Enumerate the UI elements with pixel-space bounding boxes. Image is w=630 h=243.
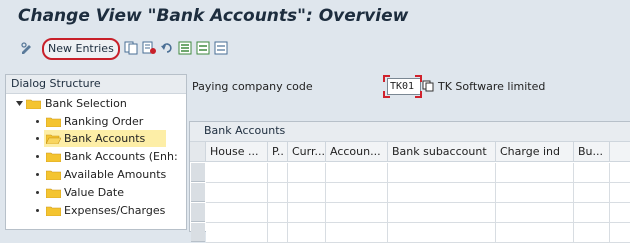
select-all-rows-button[interactable] [190,142,206,162]
tree-item-value-date[interactable]: Value Date [6,184,184,201]
copy-value-icon[interactable] [422,80,434,92]
bullet-icon [36,120,39,123]
table-cell[interactable] [574,203,610,223]
table-cell[interactable] [206,183,268,203]
tree-item-ranking-order[interactable]: Ranking Order [6,113,184,130]
tree-item-available-amounts[interactable]: Available Amounts [6,166,184,183]
folder-icon [46,117,61,127]
table-cell[interactable] [574,223,610,243]
application-toolbar: New Entries [0,34,630,64]
table-cell[interactable] [206,203,268,223]
tree-label: Available Amounts [64,168,167,181]
table-cell[interactable] [288,203,326,223]
tree-label: Bank Accounts [64,132,146,145]
tree-item-bank-accounts[interactable]: Bank Accounts [44,130,166,147]
tree-label: Expenses/Charges [64,204,166,217]
select-all-icon[interactable] [178,41,192,55]
table-cell[interactable] [496,183,574,203]
table-cell[interactable] [268,163,288,183]
column-header-bank-subaccount[interactable]: Bank subaccount [388,142,496,162]
open-folder-icon [46,134,61,144]
focus-corner [415,75,422,82]
table-cell[interactable] [496,163,574,183]
folder-icon [26,99,41,109]
table-cell[interactable] [388,163,496,183]
row-selector[interactable] [191,183,205,202]
table-cell[interactable] [268,183,288,203]
column-header-currency[interactable]: Curr... [288,142,326,162]
bullet-icon [36,137,39,140]
table-cell[interactable] [326,183,388,203]
table-cell[interactable] [388,223,496,243]
table-cell[interactable] [326,223,388,243]
undo-icon[interactable] [160,41,174,55]
bank-accounts-table: Bank Accounts House ... P.. Curr... Acco… [189,121,630,243]
table-cell[interactable] [574,163,610,183]
column-header-account[interactable]: Accoun... [326,142,388,162]
table-cell[interactable] [326,163,388,183]
new-entries-button[interactable]: New Entries [42,38,120,60]
tree-label: Value Date [64,186,124,199]
paying-company-code-label: Paying company code [192,80,313,93]
tree-node-bank-selection[interactable]: Bank Selection [6,95,184,112]
table-cell[interactable] [496,223,574,243]
table-cell[interactable] [206,223,268,243]
table-cell[interactable] [574,183,610,203]
page-title: Change View "Bank Accounts": Overview [18,6,409,26]
tree-item-expenses-charges[interactable]: Expenses/Charges [6,202,184,219]
column-header-filler [610,142,630,162]
table-cell [610,183,630,203]
table-cell[interactable] [496,203,574,223]
folder-icon [46,152,61,162]
dialog-structure-header: Dialog Structure [6,75,186,94]
triangle-down-icon[interactable] [16,100,23,107]
table-cell[interactable] [388,203,496,223]
display-change-icon[interactable] [20,41,34,55]
copy-icon[interactable] [124,41,138,55]
table-cell[interactable] [388,183,496,203]
tree-label: Bank Accounts (Enh: [64,150,178,163]
table-cell[interactable] [326,203,388,223]
table-title-bar: Bank Accounts [190,122,630,142]
column-header-p[interactable]: P.. [268,142,288,162]
folder-icon [46,206,61,216]
focus-corner [415,91,422,98]
folder-icon [46,188,61,198]
row-selector[interactable] [191,203,205,222]
focus-corner [383,75,390,82]
select-block-icon[interactable] [196,41,210,55]
bullet-icon [36,155,39,158]
table-cell[interactable] [288,223,326,243]
column-header-house-bank[interactable]: House ... [206,142,268,162]
table-cell[interactable] [268,203,288,223]
table-cell [610,203,630,223]
title-bar: Change View "Bank Accounts": Overview [0,0,630,34]
deselect-all-icon[interactable] [214,41,228,55]
table-cell [610,163,630,183]
delete-icon[interactable] [142,41,156,55]
row-selector[interactable] [191,223,205,242]
tree-item-bank-accounts-enh[interactable]: Bank Accounts (Enh: [6,148,184,165]
bullet-icon [36,191,39,194]
column-header-bu[interactable]: Bu... [574,142,610,162]
bullet-icon [36,173,39,176]
row-selector[interactable] [191,163,205,182]
column-header-charge-ind[interactable]: Charge ind [496,142,574,162]
table-title: Bank Accounts [204,124,286,137]
dialog-structure-panel: Dialog Structure Bank Selection Ranking … [5,74,187,230]
bullet-icon [36,209,39,212]
table-cell[interactable] [288,183,326,203]
table-cell [610,223,630,243]
table-cell[interactable] [288,163,326,183]
table-cell[interactable] [268,223,288,243]
table-cell[interactable] [206,163,268,183]
focus-corner [383,91,390,98]
company-name-text: TK Software limited [438,80,546,93]
folder-icon [46,170,61,180]
tree-label: Ranking Order [64,115,144,128]
tree-label: Bank Selection [45,97,127,110]
